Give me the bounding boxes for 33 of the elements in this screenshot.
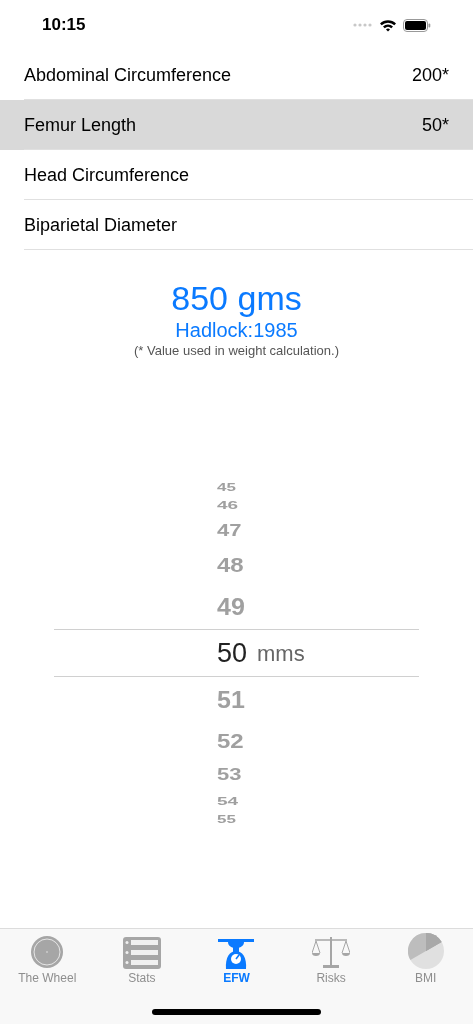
picker-wheel[interactable]: 45 46 47 48 49 50 mms 51 52 53 54 55 [0, 480, 473, 822]
picker-value: 45 [217, 481, 236, 493]
measurement-value: 200* [411, 63, 449, 87]
unit-label: mms [257, 639, 305, 668]
measurement-value: 50* [421, 113, 449, 137]
picker-value: 50 [217, 639, 248, 667]
picker-value: 53 [217, 767, 242, 783]
picker-value: 54 [217, 795, 239, 807]
measurement-label: Abdominal Circumference [24, 63, 232, 87]
pie-chart-icon [407, 933, 444, 969]
picker-value: 55 [217, 813, 236, 825]
footnote: (* Value used in weight calculation.) [134, 342, 339, 360]
signal-icon [353, 23, 373, 27]
picker-value: 52 [217, 730, 244, 752]
wifi-icon [379, 18, 397, 32]
picker-value: 51 [217, 687, 245, 712]
balance-scale-icon [312, 935, 351, 969]
wheel-icon [30, 935, 65, 969]
measurement-row[interactable]: Femur Length 50* [0, 100, 473, 150]
picker-value: 46 [217, 499, 239, 511]
tab[interactable]: EFW [196, 933, 277, 986]
picker-value: 47 [217, 523, 242, 539]
battery-icon [403, 18, 431, 32]
picker-value: 49 [217, 594, 245, 619]
status-time: 10:15 [42, 14, 86, 37]
measurement-label: Femur Length [24, 113, 137, 137]
measurement-label: Head Circumference [24, 163, 190, 187]
weighing-scale-icon [218, 937, 255, 969]
list-icon [122, 937, 161, 969]
picker-value: 48 [217, 554, 244, 576]
estimated-weight: 850 gms [171, 278, 302, 318]
measurement-label: Biparietal Diameter [24, 213, 178, 237]
formula-label: Hadlock:1985 [175, 318, 298, 342]
